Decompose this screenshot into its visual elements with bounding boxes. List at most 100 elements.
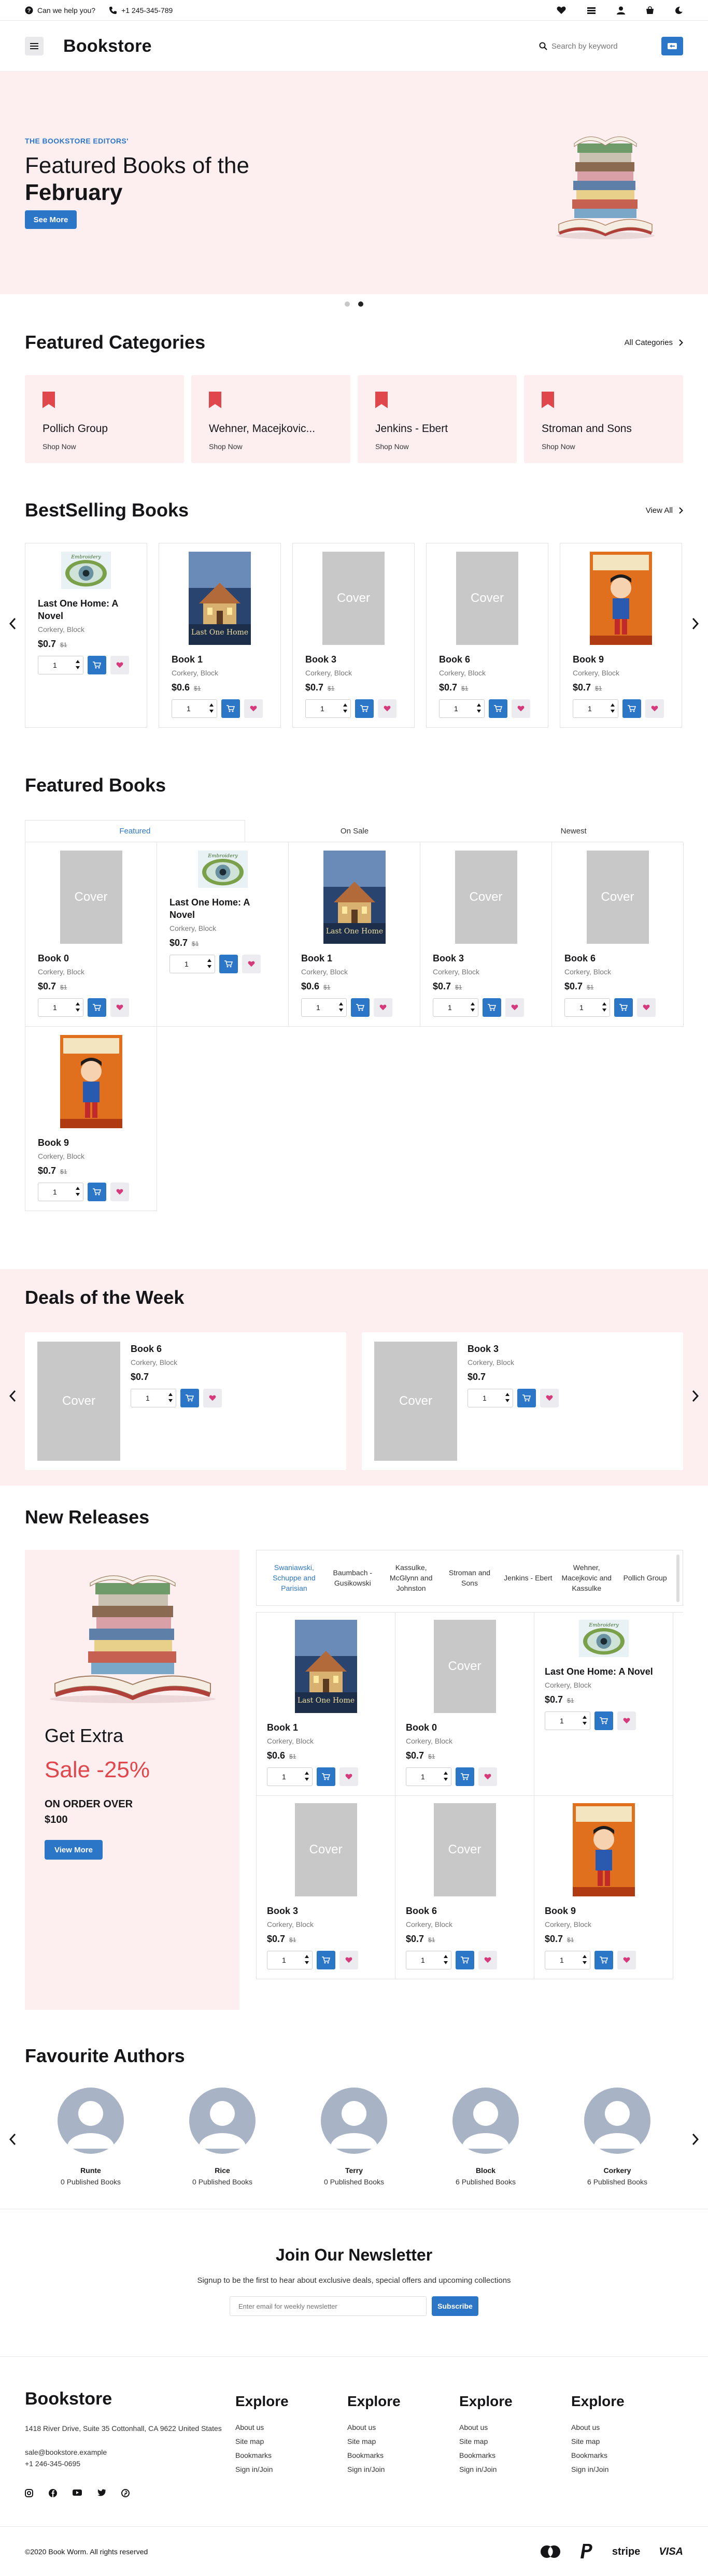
- caret-up-icon[interactable]: [343, 703, 347, 707]
- quantity-stepper[interactable]: 1: [545, 1951, 590, 1969]
- carousel-prev-arrow[interactable]: [9, 618, 16, 629]
- product-title[interactable]: Book 1: [267, 1721, 385, 1734]
- product-title[interactable]: Book 3: [468, 1343, 559, 1355]
- wishlist-button[interactable]: [110, 1183, 129, 1201]
- wishlist-button[interactable]: [244, 699, 263, 718]
- subscribe-button[interactable]: Subscribe: [432, 2296, 478, 2316]
- wishlist-button[interactable]: [110, 656, 129, 674]
- category-card[interactable]: Jenkins - Ebert Shop Now: [358, 375, 517, 463]
- publisher-tab[interactable]: Stroman and Sons: [441, 1567, 499, 1588]
- category-card[interactable]: Pollich Group Shop Now: [25, 375, 184, 463]
- caret-down-icon[interactable]: [305, 1778, 309, 1781]
- caret-up-icon[interactable]: [471, 1002, 475, 1005]
- product-title[interactable]: Book 3: [267, 1905, 385, 1917]
- product-card[interactable]: Cover Book 0 Corkery, Block $0.7 $1 1: [395, 1613, 534, 1796]
- add-to-cart-button[interactable]: [317, 1767, 335, 1786]
- tabs-scrollbar[interactable]: [676, 1555, 679, 1602]
- product-cover[interactable]: Cover: [267, 1803, 385, 1896]
- product-cover[interactable]: Last One Home: [172, 552, 268, 645]
- twitter-icon[interactable]: [97, 2489, 106, 2497]
- product-cover[interactable]: Last One Home: [267, 1620, 385, 1713]
- quantity-stepper[interactable]: 1: [38, 656, 83, 674]
- quantity-stepper[interactable]: 1: [38, 1183, 83, 1201]
- youtube-icon[interactable]: [73, 2489, 82, 2497]
- wishlist-button[interactable]: [645, 699, 664, 718]
- logo[interactable]: Bookstore: [63, 36, 152, 56]
- publisher-tab[interactable]: Jenkins - Ebert: [499, 1573, 557, 1583]
- caret-up-icon[interactable]: [168, 1393, 173, 1396]
- view-more-button[interactable]: View More: [45, 1840, 103, 1860]
- caret-down-icon[interactable]: [76, 1193, 80, 1196]
- newsletter-email-input[interactable]: [230, 2296, 427, 2316]
- product-card[interactable]: Book 9 Corkery, Block $0.7 $1 1: [560, 543, 682, 728]
- quantity-stepper[interactable]: 1: [406, 1951, 451, 1969]
- deal-card[interactable]: Cover Book 6 Corkery, Block $0.7 1: [25, 1332, 346, 1470]
- footer-link[interactable]: About us: [235, 2423, 347, 2431]
- shop-now-link[interactable]: Shop Now: [43, 442, 166, 451]
- product-title[interactable]: Book 0: [406, 1721, 523, 1734]
- caret-up-icon[interactable]: [76, 1002, 80, 1005]
- menu-button[interactable]: [25, 37, 44, 55]
- product-title[interactable]: Book 6: [131, 1343, 222, 1355]
- avatar[interactable]: [321, 2088, 387, 2154]
- add-to-cart-button[interactable]: [219, 955, 238, 973]
- moon-icon[interactable]: [675, 6, 683, 15]
- phone-link[interactable]: +1 245-345-789: [109, 6, 173, 15]
- product-cover[interactable]: [545, 1803, 662, 1896]
- shop-now-link[interactable]: Shop Now: [542, 442, 665, 451]
- product-title[interactable]: Book 6: [564, 952, 671, 965]
- add-to-cart-button[interactable]: [483, 998, 501, 1017]
- publisher-tab[interactable]: Kassulke, McGlynn and Johnston: [382, 1562, 441, 1593]
- wishlist-button[interactable]: [339, 1951, 358, 1969]
- carousel-next-arrow[interactable]: [692, 1390, 699, 1402]
- add-to-cart-button[interactable]: [221, 699, 240, 718]
- quantity-stepper[interactable]: 1: [38, 998, 83, 1017]
- carousel-dot[interactable]: [345, 301, 350, 307]
- carousel-prev-arrow[interactable]: [9, 1390, 16, 1402]
- footer-link[interactable]: Bookmarks: [235, 2451, 347, 2459]
- product-card[interactable]: Embroidery Last One Home: A Novel Corker…: [534, 1613, 673, 1796]
- carousel-next-arrow[interactable]: [692, 618, 699, 629]
- wishlist-button[interactable]: [478, 1951, 497, 1969]
- add-to-cart-button[interactable]: [355, 699, 374, 718]
- quantity-stepper[interactable]: 1: [573, 699, 618, 718]
- footer-link[interactable]: Sign in/Join: [235, 2465, 347, 2473]
- quantity-stepper[interactable]: 1: [468, 1389, 513, 1407]
- add-to-cart-button[interactable]: [180, 1389, 199, 1407]
- add-to-cart-button[interactable]: [622, 699, 641, 718]
- caret-up-icon[interactable]: [209, 703, 214, 707]
- carousel-next-arrow[interactable]: [692, 2134, 699, 2145]
- product-cover[interactable]: Cover: [433, 851, 539, 944]
- product-cover[interactable]: Embroidery: [38, 552, 134, 589]
- caret-up-icon[interactable]: [583, 1955, 587, 1958]
- product-title[interactable]: Book 1: [172, 653, 268, 666]
- wishlist-button[interactable]: [242, 955, 261, 973]
- caret-up-icon[interactable]: [505, 1393, 509, 1396]
- footer-link[interactable]: Bookmarks: [459, 2451, 571, 2459]
- caret-down-icon[interactable]: [583, 1961, 587, 1964]
- carousel-dot-active[interactable]: [358, 301, 363, 307]
- author-name[interactable]: Runte: [44, 2166, 137, 2175]
- product-title[interactable]: Book 9: [545, 1905, 662, 1917]
- caret-up-icon[interactable]: [444, 1772, 448, 1775]
- add-to-cart-button[interactable]: [594, 1951, 613, 1969]
- product-card[interactable]: Last One Home Book 1 Corkery, Block $0.6…: [257, 1613, 395, 1796]
- caret-up-icon[interactable]: [207, 959, 211, 962]
- product-title[interactable]: Book 9: [38, 1136, 144, 1149]
- user-icon[interactable]: [617, 6, 625, 15]
- heart-icon[interactable]: [557, 6, 566, 15]
- wishlist-button[interactable]: [339, 1767, 358, 1786]
- author-card[interactable]: Corkery 6 Published Books: [571, 2088, 664, 2186]
- author-name[interactable]: Rice: [176, 2166, 269, 2175]
- deal-card[interactable]: Cover Book 3 Corkery, Block $0.7 1: [362, 1332, 683, 1470]
- wishlist-button[interactable]: [374, 998, 392, 1017]
- caret-up-icon[interactable]: [583, 1716, 587, 1719]
- caret-up-icon[interactable]: [477, 703, 481, 707]
- add-to-cart-button[interactable]: [88, 1183, 106, 1201]
- footer-phone[interactable]: +1 246-345-0695: [25, 2458, 235, 2469]
- author-card[interactable]: Block 6 Published Books: [439, 2088, 532, 2186]
- quantity-stepper[interactable]: 1: [439, 699, 485, 718]
- caret-down-icon[interactable]: [305, 1961, 309, 1964]
- quantity-stepper[interactable]: 1: [267, 1951, 313, 1969]
- caret-down-icon[interactable]: [611, 710, 615, 713]
